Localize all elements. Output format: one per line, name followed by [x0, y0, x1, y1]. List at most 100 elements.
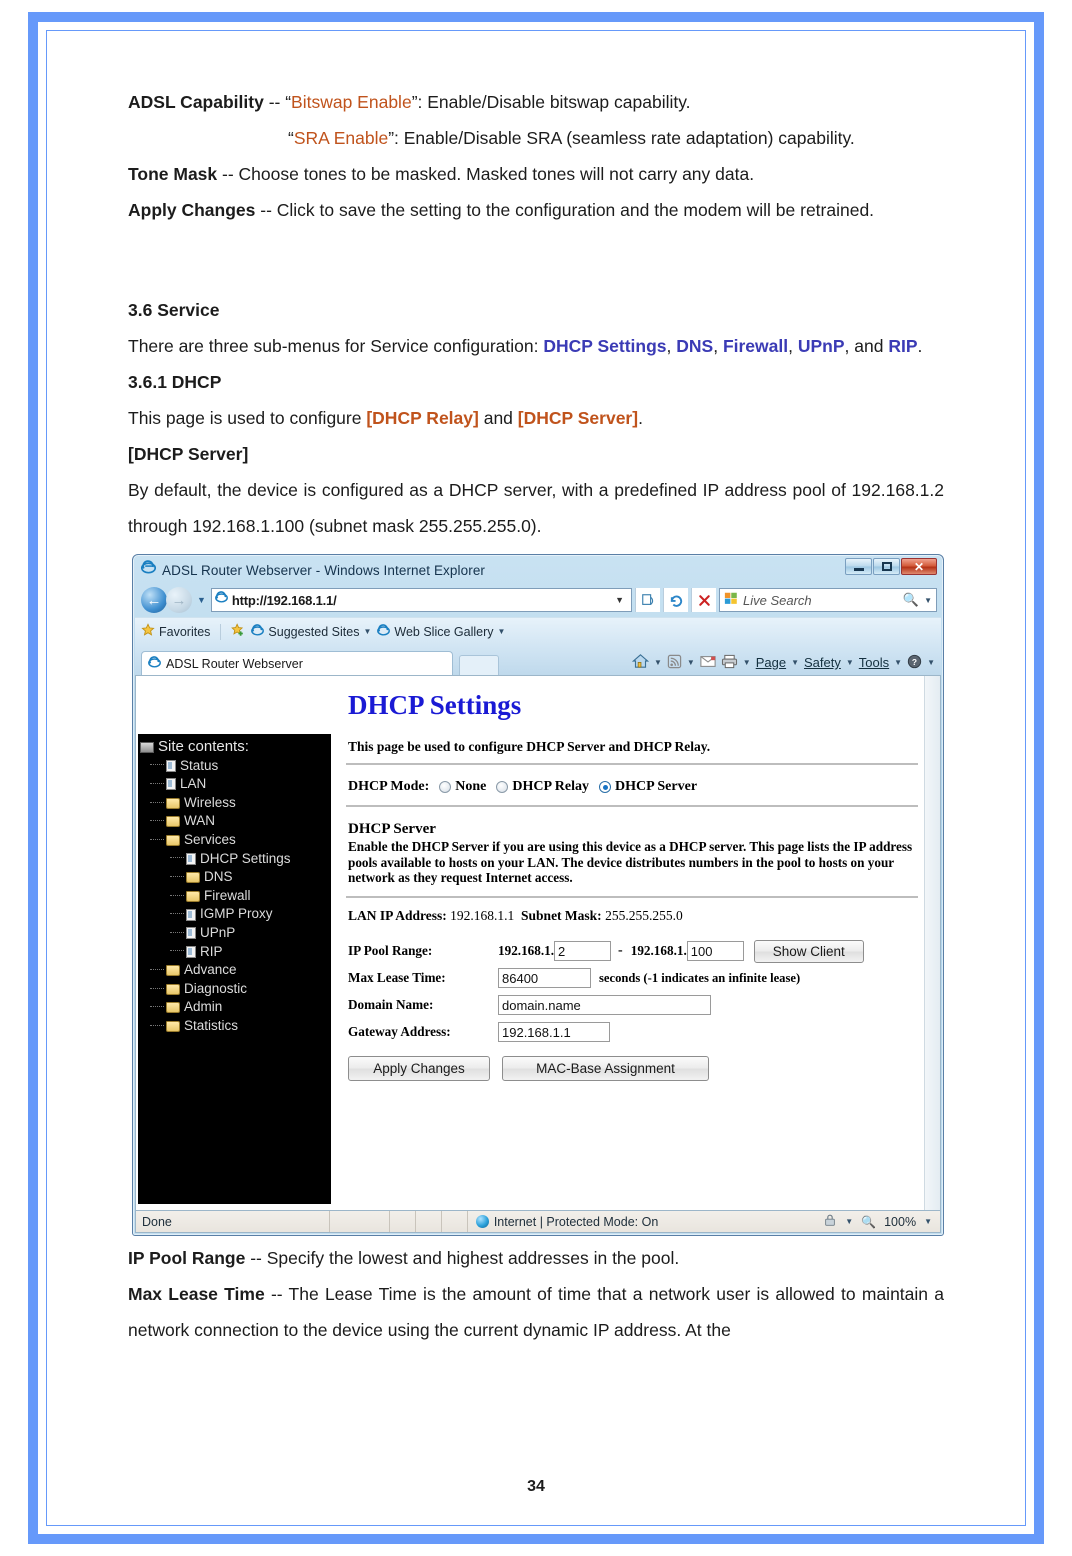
- radio-option-none[interactable]: None: [439, 779, 486, 795]
- stop-icon[interactable]: [691, 588, 716, 612]
- service-intro-text: There are three sub-menus for Service co…: [128, 336, 544, 356]
- max-lease-time-row: Max Lease Time: 86400 seconds (-1 indica…: [348, 965, 918, 992]
- radio-icon[interactable]: [439, 781, 452, 793]
- refresh-icon[interactable]: [663, 588, 688, 612]
- window-controls[interactable]: ✕: [844, 558, 937, 575]
- web-slice-chevron-down-icon[interactable]: ▼: [497, 627, 505, 636]
- dhcp-settings-panel: DHCP Settings This page be used to confi…: [346, 686, 918, 1206]
- ip-prefix-end: 192.168.1.: [630, 943, 687, 958]
- suggested-sites-chevron-down-icon[interactable]: ▼: [363, 627, 371, 636]
- feeds-chevron-down-icon[interactable]: ▼: [687, 658, 695, 667]
- radio-selected-icon[interactable]: [599, 781, 611, 793]
- recent-pages-chevron-down-icon[interactable]: ▼: [197, 595, 206, 605]
- gateway-address-input[interactable]: 192.168.1.1: [498, 1022, 610, 1042]
- sidebar-item-wan[interactable]: WAN: [140, 812, 331, 831]
- status-text: Done: [142, 1214, 172, 1229]
- feeds-icon[interactable]: [667, 654, 682, 672]
- sidebar-item-dns[interactable]: DNS: [140, 868, 331, 887]
- para-apply-changes: Apply Changes -- Click to save the setti…: [128, 192, 944, 228]
- back-button[interactable]: ←: [141, 587, 167, 613]
- sidebar-item-advance[interactable]: Advance: [140, 961, 331, 980]
- page-number: 34: [527, 1478, 545, 1495]
- radio-option-dhcp-server[interactable]: DHCP Server: [599, 779, 697, 795]
- sidebar-item-firewall[interactable]: Firewall: [140, 887, 331, 906]
- search-icon[interactable]: 🔍: [903, 592, 919, 608]
- favorites-button[interactable]: Favorites: [141, 623, 210, 640]
- home-chevron-down-icon[interactable]: ▼: [654, 658, 662, 667]
- sidebar-item-wireless[interactable]: Wireless: [140, 794, 331, 813]
- domain-name-input[interactable]: domain.name: [498, 995, 711, 1015]
- apply-changes-button[interactable]: Apply Changes: [348, 1055, 490, 1081]
- safety-menu-button[interactable]: Safety: [804, 655, 841, 670]
- sidebar-item-upnp[interactable]: UPnP: [140, 924, 331, 943]
- sidebar-item-igmp-proxy[interactable]: IGMP Proxy: [140, 905, 331, 924]
- help-icon[interactable]: ?: [907, 654, 922, 672]
- zoom-icon[interactable]: 🔍: [861, 1215, 876, 1229]
- maximize-button[interactable]: [873, 558, 900, 575]
- site-contents-tree: Site contents: Status LAN Wireless WAN S…: [138, 734, 331, 1204]
- term-tone-mask: Tone Mask: [128, 164, 218, 184]
- help-chevron-down-icon[interactable]: ▼: [927, 658, 935, 667]
- tone-mask-rest: -- Choose tones to be masked. Masked ton…: [217, 164, 755, 184]
- search-chevron-down-icon[interactable]: ▼: [924, 596, 932, 605]
- suggested-sites-button[interactable]: Suggested Sites ▼: [251, 623, 371, 640]
- sidebar-item-admin[interactable]: Admin: [140, 998, 331, 1017]
- add-to-favorites-icon[interactable]: [231, 623, 245, 640]
- security-zone[interactable]: Internet | Protected Mode: On: [466, 1211, 666, 1232]
- status-cell: [440, 1211, 467, 1232]
- address-chevron-down-icon[interactable]: ▼: [615, 595, 628, 605]
- compatibility-view-icon[interactable]: [635, 588, 660, 612]
- search-input[interactable]: Live Search 🔍 ▼: [719, 588, 937, 612]
- sidebar-item-label: Statistics: [184, 1017, 239, 1033]
- ip-pool-end-input[interactable]: 100: [686, 941, 744, 961]
- page-menu-button[interactable]: Page: [756, 655, 786, 670]
- tree-line: [150, 764, 164, 766]
- zoom-chevron-down-icon[interactable]: ▼: [924, 1217, 932, 1226]
- web-slice-gallery-button[interactable]: Web Slice Gallery ▼: [377, 623, 505, 640]
- sidebar-item-diagnostic[interactable]: Diagnostic: [140, 980, 331, 999]
- sidebar-item-label: Advance: [184, 962, 237, 978]
- home-icon[interactable]: [631, 653, 650, 672]
- ip-pool-start-input[interactable]: 2: [554, 941, 612, 961]
- mac-base-assignment-button[interactable]: MAC-Base Assignment: [502, 1055, 709, 1081]
- privacy-chevron-down-icon[interactable]: ▼: [845, 1217, 853, 1226]
- dhcp-mode-row: DHCP Mode: None DHCP Relay DHCP Server: [348, 779, 918, 795]
- minimize-button[interactable]: [845, 558, 872, 575]
- dhcp-server-section-title: DHCP Server: [348, 821, 436, 837]
- radio-label: None: [455, 779, 487, 794]
- address-input[interactable]: http://192.168.1.1/ ▼: [210, 588, 632, 612]
- sidebar-item-rip[interactable]: RIP: [140, 943, 331, 962]
- folder-icon: [166, 983, 180, 995]
- tools-menu-button[interactable]: Tools: [859, 655, 889, 670]
- close-button[interactable]: ✕: [901, 558, 937, 575]
- tree-line: [170, 875, 184, 877]
- sidebar-item-status[interactable]: Status: [140, 757, 331, 776]
- print-icon[interactable]: [721, 654, 738, 672]
- sidebar-item-statistics[interactable]: Statistics: [140, 1017, 331, 1036]
- term-apply-changes: Apply Changes: [128, 200, 256, 220]
- forward-button[interactable]: →: [166, 587, 192, 613]
- sidebar-item-dhcp-settings[interactable]: DHCP Settings: [140, 850, 331, 869]
- status-right: ▼ 🔍 100% ▼: [823, 1213, 940, 1230]
- max-lease-time-input[interactable]: 86400: [498, 968, 591, 988]
- sidebar-item-label: Admin: [184, 999, 223, 1015]
- ip-pool-range-rest: -- Specify the lowest and highest addres…: [245, 1248, 680, 1268]
- radio-option-dhcp-relay[interactable]: DHCP Relay: [496, 779, 589, 795]
- vertical-scrollbar[interactable]: [924, 676, 940, 1210]
- safety-chevron-down-icon[interactable]: ▼: [846, 658, 854, 667]
- page-chevron-down-icon[interactable]: ▼: [791, 658, 799, 667]
- mail-icon[interactable]: [700, 655, 716, 671]
- tab-adsl-router-webserver[interactable]: ADSL Router Webserver: [141, 651, 453, 675]
- print-chevron-down-icon[interactable]: ▼: [743, 658, 751, 667]
- radio-icon[interactable]: [496, 781, 509, 793]
- tools-chevron-down-icon[interactable]: ▼: [894, 658, 902, 667]
- sidebar-item-lan[interactable]: LAN: [140, 775, 331, 794]
- apply-changes-rest: -- Click to save the setting to the conf…: [255, 200, 875, 220]
- adsl-sep: -- “: [263, 92, 292, 112]
- new-tab-button[interactable]: [459, 655, 499, 675]
- show-client-button[interactable]: Show Client: [753, 939, 864, 963]
- term-bitswap-enable: Bitswap Enable: [291, 92, 412, 112]
- tree-line: [150, 820, 164, 822]
- sidebar-item-services[interactable]: Services: [140, 831, 331, 850]
- privacy-icon[interactable]: [823, 1213, 837, 1230]
